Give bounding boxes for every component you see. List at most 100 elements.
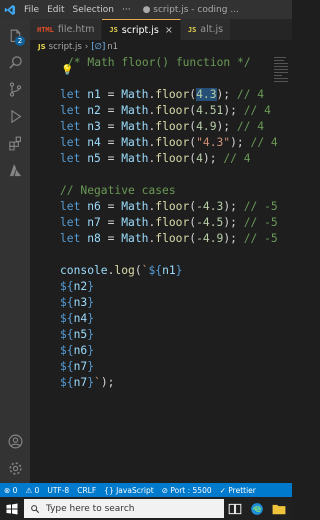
code-token: 4.9 (196, 120, 217, 133)
code-token: 4.3 (196, 88, 217, 101)
edge-button[interactable] (246, 497, 268, 520)
code-token: ); (230, 136, 251, 149)
code-token: console (60, 264, 108, 277)
code-line: ${n4} (60, 311, 94, 327)
code-line: // Negative cases (60, 183, 176, 199)
code-token: ); (216, 120, 237, 133)
code-token: Math (121, 136, 149, 149)
code-token: n7 (87, 216, 101, 229)
window-title: ● script.js - coding ... (142, 4, 239, 15)
live-server-port[interactable]: ⊘ Port : 5500 (162, 486, 212, 495)
code-token: } (87, 296, 95, 309)
tab-file-htm[interactable]: HTML file.htm (30, 19, 103, 40)
prettier-indicator[interactable]: ✓ Prettier (220, 486, 256, 495)
menu-more[interactable]: ··· (118, 5, 135, 15)
source-control-button[interactable] (0, 76, 30, 102)
code-line: ${n7}`); (60, 375, 114, 391)
extensions-button[interactable] (0, 130, 30, 156)
menu-file[interactable]: File (20, 5, 43, 15)
run-debug-icon (10, 109, 21, 123)
code-token: } (87, 360, 95, 373)
vscode-logo-icon (0, 0, 20, 19)
code-token: ); (202, 152, 224, 165)
menu-selection[interactable]: Selection (69, 5, 118, 15)
code-token: ); (223, 216, 244, 229)
code-token: // -5 (243, 200, 278, 213)
code-token: ); (223, 232, 244, 245)
js-file-icon: JS (38, 42, 46, 51)
search-button[interactable] (0, 49, 30, 75)
tab-label: alt.js (200, 24, 224, 35)
code-token: let (60, 120, 88, 133)
code-token: } (87, 312, 95, 325)
code-line: let n7 = Math.floor(-4.5); // -5 (60, 215, 278, 231)
task-view-button[interactable] (224, 497, 246, 520)
code-token: = (100, 88, 122, 101)
code-token: ${ (60, 296, 74, 309)
run-debug-button[interactable] (0, 103, 30, 129)
eol-indicator[interactable]: CRLF (77, 486, 96, 495)
code-token: n5 (87, 152, 101, 165)
code-token: ); (223, 104, 244, 117)
tab-script-js[interactable]: JS script.js × (102, 19, 181, 40)
language-indicator[interactable]: {} JavaScript (104, 486, 154, 495)
warnings-indicator[interactable]: ⚠ 0 (25, 486, 39, 495)
accounts-button[interactable] (0, 428, 30, 454)
code-token: let (60, 216, 88, 229)
tab-alt-js[interactable]: JS alt.js (180, 19, 232, 40)
code-token: ${ (60, 328, 74, 341)
code-token: floor (155, 216, 190, 229)
status-bar: ⊗ 0 ⚠ 0 UTF-8 CRLF {} JavaScript ⊘ Port … (0, 483, 292, 497)
code-token: /* Math floor() function */ (67, 56, 251, 69)
account-icon (8, 434, 22, 448)
js-file-icon: JS (187, 25, 197, 34)
code-line: let n6 = Math.floor(-4.3); // -5 (60, 199, 278, 215)
code-token: Math (121, 104, 149, 117)
errors-indicator[interactable]: ⊗ 0 (4, 486, 17, 495)
code-line: console.log(`${n1} (60, 263, 182, 279)
tab-label: file.htm (57, 24, 95, 35)
code-line: let n5 = Math.floor(4); // 4 (60, 151, 251, 167)
code-token: floor (155, 88, 190, 101)
code-token: -4.3 (196, 200, 224, 213)
code-token: -4.9 (196, 232, 224, 245)
explorer-button[interactable]: 2 (0, 23, 30, 49)
code-token: } (87, 344, 95, 357)
code-line: /* Math floor() function */ (67, 55, 251, 71)
code-token: floor (155, 200, 190, 213)
windows-logo-icon (6, 503, 18, 514)
code-token: n4 (73, 312, 88, 325)
azure-icon (9, 163, 21, 176)
code-token: } (87, 376, 95, 389)
breadcrumb-symbol[interactable]: n1 (107, 42, 118, 52)
close-icon[interactable]: × (165, 25, 173, 36)
code-token: let (60, 152, 88, 165)
code-token: ); (100, 376, 115, 389)
source-control-icon (9, 81, 21, 97)
code-token: // 4 (236, 120, 265, 133)
code-token: } (175, 264, 183, 277)
azure-button[interactable] (0, 157, 30, 183)
editor-tabs: HTML file.htm JS script.js × JS alt.js (30, 19, 292, 40)
code-token: // -5 (243, 232, 278, 245)
code-token: } (87, 328, 95, 341)
code-token: floor (155, 136, 190, 149)
menu-edit[interactable]: Edit (43, 5, 68, 15)
code-token: // Negative cases (60, 184, 176, 197)
start-button[interactable] (0, 497, 24, 520)
code-line: ${n5} (60, 327, 94, 343)
code-editor[interactable]: 💡 /* Math floor() function */let n1 = Ma… (30, 53, 292, 483)
taskbar-search[interactable]: Type here to search (24, 499, 224, 518)
code-token: // 4 (236, 88, 265, 101)
code-token: } (87, 280, 95, 293)
code-token: ); (216, 88, 237, 101)
code-token: ${ (60, 280, 74, 293)
file-explorer-button[interactable] (268, 497, 290, 520)
code-token: 4 (196, 152, 203, 165)
encoding-indicator[interactable]: UTF-8 (47, 486, 69, 495)
breadcrumb-file[interactable]: script.js (49, 42, 82, 52)
html-file-icon: HTML (37, 25, 54, 34)
minimap[interactable] (274, 55, 290, 175)
code-token: n3 (73, 296, 88, 309)
manage-button[interactable] (0, 455, 30, 481)
